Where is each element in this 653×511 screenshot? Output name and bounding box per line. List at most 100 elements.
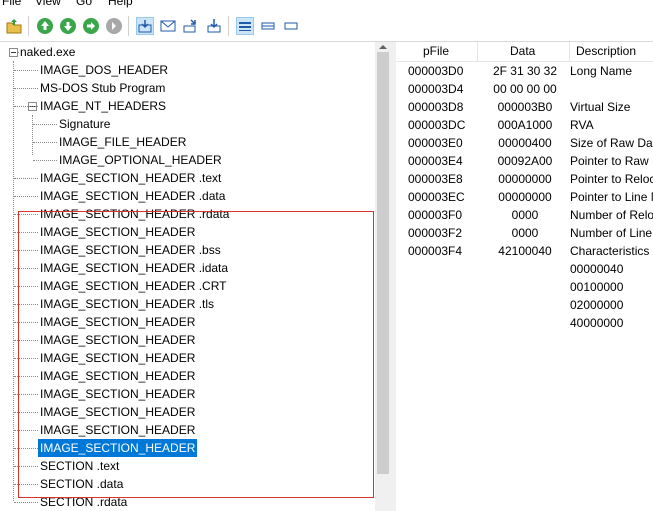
tree-node[interactable]: SECTION .text <box>40 457 119 475</box>
tree-node[interactable]: IMAGE_DOS_HEADER <box>40 61 168 79</box>
tree-root-node[interactable]: naked.exe <box>20 43 75 61</box>
tree-node[interactable]: IMAGE_OPTIONAL_HEADER <box>59 151 222 169</box>
cell-description: Number of Line Numbers <box>570 226 653 240</box>
cell-data: 0000 <box>511 226 539 240</box>
cell-pfile[interactable]: 000003D4 <box>408 80 463 98</box>
cell-data: 0000 <box>511 208 539 222</box>
cell-pfile[interactable]: 000003F2 <box>408 224 462 242</box>
tree-node[interactable]: IMAGE_NT_HEADERS <box>40 97 166 115</box>
cell-data: 000003B0 <box>497 100 553 114</box>
tree-node[interactable]: SECTION .data <box>40 475 123 493</box>
cell-data: 000A1000 <box>497 118 553 132</box>
cell-description: RVA <box>570 118 594 132</box>
tree-guide <box>14 196 38 197</box>
view-list-icon[interactable] <box>259 17 277 35</box>
cell-data: 00000400 <box>498 136 552 150</box>
cell-pfile[interactable]: 000003E4 <box>408 152 463 170</box>
tree-guide <box>33 160 57 161</box>
menu-go[interactable]: Go <box>76 0 92 8</box>
cell-pfile[interactable]: 000003D0 <box>408 62 463 80</box>
tree-guide <box>14 286 38 287</box>
tree-node[interactable]: IMAGE_SECTION_HEADER .idata <box>40 259 228 277</box>
tree-guide <box>14 430 38 431</box>
column-header-description[interactable]: Description <box>570 42 653 61</box>
tree-guide <box>14 448 38 449</box>
go-back-icon[interactable] <box>105 17 123 35</box>
tree-node[interactable]: Signature <box>59 115 110 133</box>
tree-node[interactable]: IMAGE_SECTION_HEADER <box>40 223 195 241</box>
tree-node[interactable]: IMAGE_SECTION_HEADER <box>40 367 195 385</box>
cell-pfile[interactable]: 000003E0 <box>408 134 463 152</box>
cell-description: 00100000 <box>570 280 624 294</box>
column-header-pfile[interactable]: pFile <box>396 42 478 61</box>
tree-guide <box>14 322 38 323</box>
tree-node[interactable]: IMAGE_SECTION_HEADER <box>40 331 195 349</box>
column-header-data[interactable]: Data <box>478 42 570 61</box>
cell-data: 00 00 00 00 <box>493 82 557 96</box>
tree-guide <box>14 268 38 269</box>
tree-guide <box>14 376 38 377</box>
open-folder-icon[interactable] <box>5 17 23 35</box>
go-forward-icon[interactable] <box>82 17 100 35</box>
cell-description: Virtual Size <box>570 100 631 114</box>
tree-node[interactable]: IMAGE_SECTION_HEADER .data <box>40 187 225 205</box>
tree-guide <box>14 88 38 89</box>
cell-data: 00000000 <box>498 172 552 186</box>
menu-view[interactable]: View <box>35 0 61 8</box>
cell-data: 2F 31 30 32 <box>492 64 558 78</box>
cell-pfile[interactable]: 000003F4 <box>408 242 462 260</box>
tree-scrollbar[interactable] <box>375 42 391 511</box>
tree-node[interactable]: IMAGE_SECTION_HEADER .bss <box>40 241 221 259</box>
tree-guide <box>14 178 38 179</box>
mail-icon[interactable] <box>159 17 177 35</box>
cell-pfile[interactable]: 000003D8 <box>408 98 463 116</box>
export-icon[interactable] <box>182 17 200 35</box>
menu-bar: File View Go Help <box>0 0 653 8</box>
cell-pfile[interactable]: 000003E8 <box>408 170 463 188</box>
cell-data <box>481 314 569 332</box>
tree-guide <box>14 232 38 233</box>
go-up-icon[interactable] <box>36 17 54 35</box>
scrollbar-thumb[interactable] <box>377 52 389 474</box>
tree-guide <box>14 394 38 395</box>
cell-data: 00092A00 <box>497 154 553 168</box>
tree-view[interactable]: naked.exe IMAGE_DOS_HEADER MS-DOS Stub Pro… <box>0 42 391 511</box>
cell-description: Characteristics <box>570 244 650 258</box>
save-icon[interactable] <box>136 17 154 35</box>
tree-node[interactable]: IMAGE_SECTION_HEADER .CRT <box>40 277 226 295</box>
tree-node[interactable]: MS-DOS Stub Program <box>40 79 165 97</box>
tree-node[interactable]: IMAGE_SECTION_HEADER <box>40 403 195 421</box>
cell-pfile[interactable]: 000003DC <box>408 116 465 134</box>
view-small-icon[interactable] <box>282 17 300 35</box>
cell-pfile[interactable]: 000003F0 <box>408 206 462 224</box>
toolbar-separator <box>28 16 29 36</box>
cell-description: 00000040 <box>570 262 624 276</box>
scroll-up-icon[interactable] <box>379 45 387 49</box>
tree-node[interactable]: IMAGE_SECTION_HEADER <box>38 439 198 457</box>
tree-guide <box>14 412 38 413</box>
cell-pfile[interactable]: 000003EC <box>408 188 465 206</box>
cell-description: Pointer to Raw Data <box>570 154 653 168</box>
tree-node[interactable]: IMAGE_SECTION_HEADER .rdata <box>40 205 229 223</box>
tree-guide <box>14 466 38 467</box>
tree-node[interactable]: IMAGE_SECTION_HEADER .tls <box>40 295 214 313</box>
tree-node[interactable]: IMAGE_SECTION_HEADER <box>40 385 195 403</box>
list-header: pFile Data Description <box>396 42 653 62</box>
import-icon[interactable] <box>205 17 223 35</box>
tree-node[interactable]: SECTION .rdata <box>40 493 127 511</box>
menu-help[interactable]: Help <box>108 0 133 8</box>
go-down-icon[interactable] <box>59 17 77 35</box>
tree-node[interactable]: IMAGE_SECTION_HEADER <box>40 421 195 439</box>
menu-file[interactable]: File <box>2 0 21 8</box>
tree-node[interactable]: IMAGE_SECTION_HEADER .text <box>40 169 221 187</box>
tree-node[interactable]: IMAGE_FILE_HEADER <box>59 133 186 151</box>
tree-node[interactable]: IMAGE_SECTION_HEADER <box>40 349 195 367</box>
view-details-icon[interactable] <box>236 17 254 35</box>
detail-list[interactable]: pFile Data Description 000003D0 2F 31 30 … <box>396 42 653 511</box>
tree-guide <box>14 484 38 485</box>
tree-guide <box>32 115 33 155</box>
cell-data <box>481 278 569 296</box>
collapse-root-icon[interactable] <box>9 48 18 57</box>
tree-guide <box>33 124 57 125</box>
tree-node[interactable]: IMAGE_SECTION_HEADER <box>40 313 195 331</box>
